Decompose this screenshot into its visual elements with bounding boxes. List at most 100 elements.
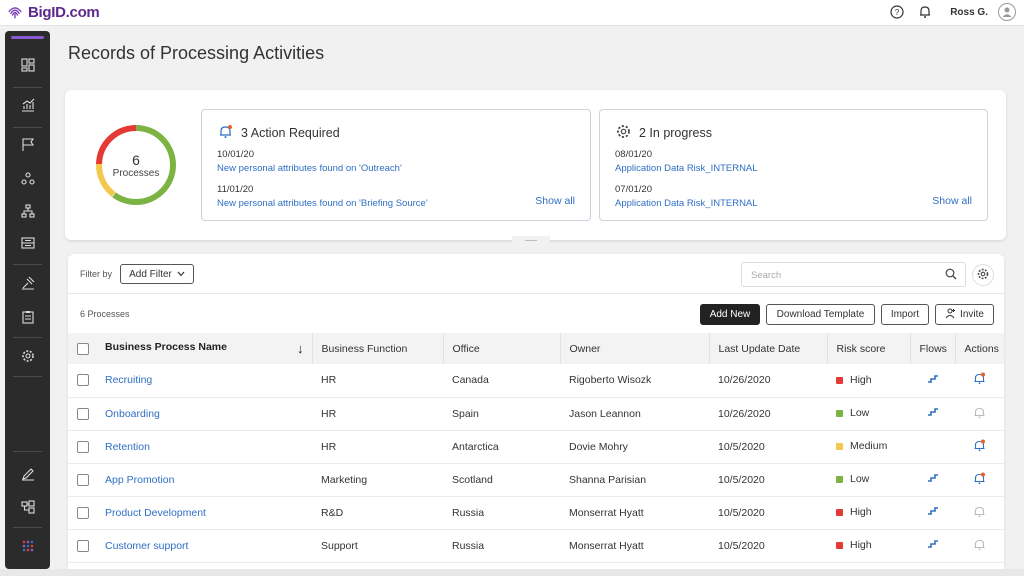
column-header-last-update[interactable]: Last Update Date [709,333,828,364]
table-settings-button[interactable] [972,264,994,286]
actions-cell[interactable] [955,463,1004,497]
last-update-cell: 10/5/2020 [709,463,827,497]
row-checkbox[interactable] [77,374,89,387]
data-catalog-icon[interactable] [5,163,50,195]
actions-cell[interactable] [955,529,1004,563]
column-header-risk[interactable]: Risk score [827,333,911,364]
bell-icon[interactable] [973,539,986,554]
table-row[interactable]: Recruiting HR Canada Rigoberto Wisozk 10/26/… [68,364,1004,398]
bell-icon[interactable] [973,439,986,455]
table-row[interactable]: Retention HR Antarctica Dovie Mohry 10/5/202… [68,430,1004,464]
bell-alert-icon [218,124,233,142]
help-icon[interactable]: ? [888,3,906,21]
flows-cell [910,430,955,464]
process-name-link[interactable]: App Promotion [96,463,312,497]
progress-show-all-link[interactable]: Show all [932,195,972,207]
flow-icon[interactable] [927,408,939,420]
table-row[interactable]: Product Development R&D Russia Monserrat Hy… [68,496,1004,530]
flows-cell[interactable] [910,529,955,563]
column-header-office[interactable]: Office [443,333,561,364]
select-all-checkbox[interactable] [77,342,89,355]
flows-cell[interactable] [910,397,955,431]
row-checkbox[interactable] [77,506,89,519]
add-new-button[interactable]: Add New [700,304,760,325]
donut-center-label: 6 Processes [93,122,179,208]
apps-grid-icon[interactable] [5,530,50,562]
action-show-all-link[interactable]: Show all [535,195,575,207]
settings-icon[interactable] [5,340,50,372]
row-select-cell [68,529,96,563]
brand-logo[interactable]: BigID.com [6,3,100,21]
flows-cell[interactable] [910,496,955,530]
pen-icon[interactable] [5,458,50,490]
add-filter-dropdown[interactable]: Add Filter [120,264,194,284]
progress-entry: 08/01/20 Application Data Risk_INTERNAL [615,149,758,174]
actions-cell[interactable] [955,364,1004,398]
chevron-down-icon [177,269,185,280]
select-all-cell [68,333,96,364]
search-input[interactable]: Search [741,262,966,287]
flow-icon[interactable] [927,374,939,387]
analytics-icon[interactable] [5,89,50,121]
process-name-link[interactable]: Customer support [96,529,312,563]
process-name-link[interactable]: Onboarding [96,397,312,431]
bell-icon[interactable] [916,3,934,21]
flows-cell[interactable] [910,364,955,398]
flows-cell[interactable] [910,463,955,497]
progress-entry-link[interactable]: Application Data Risk_INTERNAL [615,198,758,209]
flow-icon[interactable] [927,540,939,552]
bell-icon[interactable] [973,472,986,488]
business-function-cell: R&D [312,496,443,530]
process-name-link[interactable]: Product Development [96,496,312,530]
actions-cell[interactable] [955,397,1004,431]
actions-cell[interactable] [955,496,1004,530]
row-checkbox[interactable] [77,473,89,486]
invite-button[interactable]: Invite [935,304,994,325]
business-function-cell: Support [312,529,443,563]
action-entry-link[interactable]: New personal attributes found on 'Outrea… [217,163,402,174]
flow-icon[interactable] [927,507,939,519]
inbox-icon[interactable] [5,227,50,259]
user-name[interactable]: Ross G. [950,7,988,18]
table-row[interactable]: Onboarding HR Spain Jason Leannon 10/26/2020… [68,397,1004,431]
table-header-row: Business Process Name ↓ Business Function… [68,333,1004,364]
action-entry-link[interactable]: New personal attributes found on 'Briefi… [217,198,428,209]
svg-text:?: ? [895,8,900,17]
column-header-owner[interactable]: Owner [560,333,710,364]
data-flow-icon[interactable] [5,491,50,523]
remediation-icon[interactable] [5,267,50,299]
business-function-cell: HR [312,364,443,398]
table-row[interactable]: App Promotion Marketing Scotland Shanna Par… [68,463,1004,497]
invite-label: Invite [960,309,984,320]
actions-cell[interactable] [955,430,1004,464]
top-bar: BigID.com ? Ross G. [0,0,1024,26]
row-checkbox[interactable] [77,539,89,552]
action-required-title: 3 Action Required [241,126,340,140]
sort-arrow-down-icon[interactable]: ↓ [297,341,304,356]
row-checkbox[interactable] [77,440,89,453]
process-name-link[interactable]: Recruiting [96,364,312,398]
hierarchy-icon[interactable] [5,195,50,227]
column-header-name[interactable]: Business Process Name ↓ [96,333,313,364]
column-header-function[interactable]: Business Function [312,333,444,364]
progress-entry-link[interactable]: Application Data Risk_INTERNAL [615,163,758,174]
flow-icon[interactable] [927,474,939,486]
row-checkbox[interactable] [77,407,89,420]
download-template-button[interactable]: Download Template [766,304,875,325]
clipboard-icon[interactable] [5,301,50,333]
add-filter-label: Add Filter [129,268,172,280]
risk-label: High [850,506,872,519]
table-row[interactable]: Customer support Support Russia Monserrat H… [68,529,1004,563]
process-name-link[interactable]: Retention [96,430,312,464]
bell-icon[interactable] [973,407,986,422]
gear-progress-icon [616,124,631,142]
user-avatar-icon[interactable] [998,3,1016,21]
dashboard-icon[interactable] [5,49,50,81]
bell-icon[interactable] [973,372,986,388]
import-button[interactable]: Import [881,304,929,325]
search-icon[interactable] [945,268,957,283]
flag-icon[interactable] [5,129,50,161]
owner-cell: Dovie Mohry [560,430,709,464]
collapse-summary-handle[interactable] [512,236,550,246]
bell-icon[interactable] [973,506,986,521]
